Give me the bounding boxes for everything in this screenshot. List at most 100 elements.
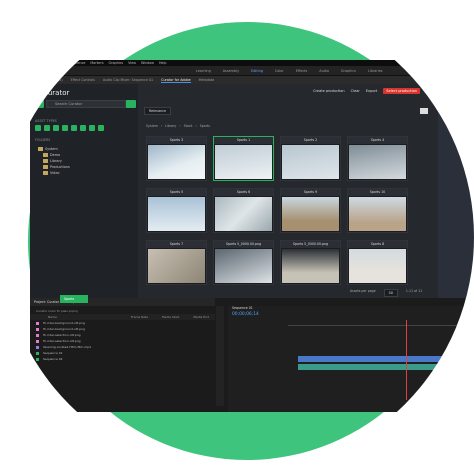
- bottom-panels: Project: Curator main To plein Sports Cu…: [30, 295, 474, 412]
- tab-curator[interactable]: Curator for Adobe: [161, 78, 191, 83]
- menu-graphics[interactable]: Graphics: [109, 61, 124, 65]
- menu-window[interactable]: Window: [141, 61, 154, 65]
- menu-edit[interactable]: Edit: [47, 61, 53, 65]
- project-panel-tab[interactable]: Project: Curator main To plein: [30, 298, 215, 306]
- tab-effect-controls[interactable]: Effect Controls: [71, 78, 95, 82]
- range-text: 1-11 of 11: [405, 289, 423, 293]
- sports-tab[interactable]: Sports: [60, 295, 88, 303]
- playhead[interactable]: [406, 320, 407, 400]
- col-media-end[interactable]: Media End: [193, 314, 209, 320]
- curator-logo: curator: [35, 89, 69, 97]
- premiere-window: File Edit Clip Sequence Markers Graphics…: [30, 60, 474, 412]
- col-media-start[interactable]: Media Start: [162, 314, 179, 320]
- grid-view-icon[interactable]: [420, 108, 428, 114]
- ws-audio[interactable]: Audio: [313, 69, 335, 73]
- user-avatar[interactable]: [426, 88, 432, 94]
- time-ruler[interactable]: [288, 320, 474, 326]
- breadcrumb-sports[interactable]: Sports: [200, 124, 210, 128]
- project-list: Curator main To plein.prproj Name Frame …: [30, 308, 215, 362]
- sequence-tab[interactable]: Sequence 01: [232, 306, 253, 310]
- folder-icon: [43, 171, 48, 175]
- menu-markers[interactable]: Markers: [90, 61, 103, 65]
- clear-button[interactable]: Clear: [351, 89, 360, 93]
- asset-card[interactable]: Sports 2: [280, 136, 341, 181]
- tab-audio-mixer[interactable]: Audio Clip Mixer: Sequence 01: [103, 78, 153, 82]
- col-frame-rate[interactable]: Frame Rate: [131, 314, 148, 320]
- workspace-bar: ⌂ Learning Assembly Editing Color Effect…: [30, 66, 474, 76]
- asset-card[interactable]: Sports 10: [347, 188, 408, 233]
- menu-help[interactable]: Help: [159, 61, 167, 65]
- folder-tree: System Demo Library Productions Video: [38, 146, 70, 176]
- home-icon[interactable]: ⌂: [30, 68, 190, 73]
- list-item[interactable]: Sequence 02: [30, 356, 215, 362]
- asset-type-graphic-icon[interactable]: [71, 125, 77, 131]
- asset-card[interactable]: Sports 5_0000.00.png: [213, 240, 274, 285]
- asset-card[interactable]: Sports 5: [146, 188, 207, 233]
- curator-toolbar: Create production Clear Export Select pr…: [138, 84, 438, 98]
- program-monitor: [438, 84, 474, 298]
- curator-logo-icon: [35, 89, 42, 97]
- breadcrumb-stock[interactable]: Stock: [184, 124, 193, 128]
- asset-card[interactable]: Sports 9: [280, 188, 341, 233]
- audio-clip[interactable]: [298, 364, 474, 370]
- tab-metadata[interactable]: Metadata: [199, 78, 215, 82]
- asset-type-sequence-icon[interactable]: [89, 125, 95, 131]
- timeline-panel: Sequence 01 00;00;06;14: [228, 306, 474, 412]
- asset-card[interactable]: Sports 4: [347, 136, 408, 181]
- ws-color[interactable]: Color: [269, 69, 290, 73]
- curator-logo-text: curator: [44, 89, 70, 97]
- breadcrumb-system[interactable]: System: [146, 124, 158, 128]
- assets-per-page-select[interactable]: 50: [383, 289, 398, 297]
- breadcrumb: System › Library › Stock › Sports: [146, 124, 210, 128]
- folder-button[interactable]: [35, 100, 44, 108]
- asset-card[interactable]: Sports 3: [146, 136, 207, 181]
- asset-type-filters: [35, 125, 104, 131]
- menu-sequence[interactable]: Sequence: [69, 61, 85, 65]
- folder-video[interactable]: Video: [38, 170, 70, 176]
- stage: File Edit Clip Sequence Markers Graphics…: [0, 0, 474, 474]
- asset-type-project-icon[interactable]: [80, 125, 86, 131]
- curator-main: Create production Clear Export Select pr…: [138, 84, 438, 298]
- folder-icon: [43, 159, 48, 163]
- ws-effects[interactable]: Effects: [290, 69, 314, 73]
- folders-label: FOLDERS: [35, 138, 51, 142]
- asset-types-label: ASSET TYPES: [35, 119, 57, 123]
- ws-editing[interactable]: Editing: [245, 69, 269, 73]
- ws-graphics[interactable]: Graphics: [335, 69, 362, 73]
- timecode[interactable]: 00;00;06;14: [232, 312, 259, 317]
- asset-card[interactable]: Sports 5_0000.00.png: [280, 240, 341, 285]
- tools-panel: [216, 306, 224, 406]
- asset-type-doc-icon[interactable]: [62, 125, 68, 131]
- asset-card[interactable]: Sports 6: [213, 188, 274, 233]
- sort-row: Relevance: [138, 104, 438, 118]
- ws-learning[interactable]: Learning: [190, 69, 217, 73]
- asset-type-audio-icon[interactable]: [53, 125, 59, 131]
- ws-libraries[interactable]: Libraries: [362, 69, 389, 73]
- asset-card[interactable]: Sports 8: [347, 240, 408, 285]
- pagination: Assets per page 50 1-11 of 11: [350, 289, 422, 297]
- menu-file[interactable]: File: [36, 61, 42, 65]
- asset-type-image-icon[interactable]: [44, 125, 50, 131]
- search-input[interactable]: Search Curator: [46, 100, 126, 108]
- folder-icon: [43, 153, 48, 157]
- asset-card[interactable]: Sports 1: [213, 136, 274, 181]
- asset-type-video-icon[interactable]: [35, 125, 41, 131]
- breadcrumb-library[interactable]: Library: [165, 124, 176, 128]
- ws-assembly[interactable]: Assembly: [217, 69, 245, 73]
- export-button[interactable]: Export: [366, 89, 377, 93]
- select-production-button[interactable]: Select production: [383, 88, 420, 94]
- tab-source[interactable]: Source: (no clips): [34, 78, 63, 82]
- sort-select[interactable]: Relevance: [144, 107, 172, 115]
- folder-icon: [43, 165, 48, 169]
- video-clip[interactable]: [298, 356, 474, 362]
- menu-view[interactable]: View: [128, 61, 136, 65]
- asset-card[interactable]: Sports 7: [146, 240, 207, 285]
- curator-sidebar: curator Search Curator ASSET TYPES FOLDE…: [30, 84, 138, 298]
- create-production-button[interactable]: Create production: [313, 89, 345, 93]
- menu-clip[interactable]: Clip: [58, 61, 64, 65]
- asset-type-other-icon[interactable]: [98, 125, 104, 131]
- folder-icon: [38, 147, 43, 151]
- search-button[interactable]: [126, 100, 136, 108]
- assets-per-page-label: Assets per page: [350, 289, 376, 293]
- panel-tab-bar: Source: (no clips) Effect Controls Audio…: [30, 76, 474, 84]
